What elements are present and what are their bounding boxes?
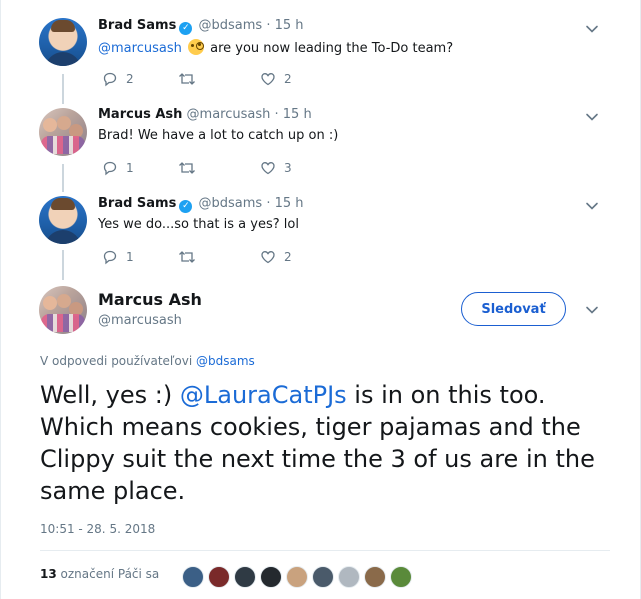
reply-count: 1 bbox=[126, 250, 134, 264]
avatar[interactable] bbox=[39, 196, 87, 244]
avatar[interactable] bbox=[39, 108, 87, 156]
chevron-down-icon[interactable] bbox=[585, 110, 599, 124]
reply-icon bbox=[103, 161, 117, 176]
tweet-text: Yes we do...so that is a yes? lol bbox=[98, 217, 299, 232]
author-name[interactable]: Brad Sams bbox=[98, 196, 176, 211]
like-count: 2 bbox=[284, 72, 292, 86]
like-count: 2 bbox=[284, 250, 292, 264]
like-button[interactable]: 2 bbox=[260, 70, 292, 88]
reply-context: V odpovedi používateľovi @bdsams bbox=[40, 354, 255, 368]
heart-icon bbox=[261, 162, 275, 175]
reply-button[interactable]: 2 bbox=[102, 70, 134, 88]
mention-link[interactable]: @LauraCatPJs bbox=[180, 381, 347, 409]
thread-connector bbox=[62, 164, 64, 192]
reply-button[interactable]: 1 bbox=[102, 248, 134, 266]
chevron-down-icon[interactable] bbox=[585, 303, 599, 317]
tweet-timestamp[interactable]: 10:51 - 28. 5. 2018 bbox=[40, 522, 155, 536]
retweet-icon bbox=[179, 73, 195, 85]
retweet-button[interactable] bbox=[178, 159, 204, 177]
tweet-text: Well, yes :) @LauraCatPJs is in on this … bbox=[40, 381, 595, 505]
heart-icon bbox=[261, 251, 275, 264]
heart-icon bbox=[261, 73, 275, 86]
liker-avatar[interactable] bbox=[182, 566, 204, 588]
author-handle[interactable]: @marcusash bbox=[187, 107, 271, 122]
follow-button[interactable]: Sledovať bbox=[461, 292, 566, 326]
liker-avatar[interactable] bbox=[234, 566, 256, 588]
author-name[interactable]: Marcus Ash bbox=[98, 107, 182, 122]
liker-avatar[interactable] bbox=[390, 566, 412, 588]
author-name[interactable]: Brad Sams bbox=[98, 18, 176, 33]
tweet-time[interactable]: · 15 h bbox=[266, 18, 303, 33]
reply-count: 2 bbox=[126, 72, 134, 86]
author-name[interactable]: Marcus Ash bbox=[98, 290, 202, 309]
like-total: 13 bbox=[40, 567, 57, 581]
monocle-emoji-icon bbox=[187, 39, 204, 55]
like-label: označení Páči sa bbox=[60, 567, 160, 581]
tweet-actions: 1 3 bbox=[98, 159, 328, 177]
tweet-actions: 1 2 bbox=[98, 248, 328, 266]
verified-icon: ✓ bbox=[179, 22, 193, 35]
author-handle[interactable]: @bdsams bbox=[198, 18, 262, 33]
chevron-down-icon[interactable] bbox=[585, 22, 599, 36]
mention-link[interactable]: @marcusash bbox=[98, 41, 182, 56]
liker-avatar[interactable] bbox=[338, 566, 360, 588]
like-button[interactable]: 3 bbox=[260, 159, 292, 177]
reply-icon bbox=[103, 72, 117, 87]
thread-connector bbox=[62, 74, 64, 104]
tweet-header: Brad Sams ✓ @bdsams · 15 h bbox=[98, 18, 304, 35]
tweet-actions: 2 2 bbox=[98, 70, 328, 88]
tweet-header: Marcus Ash @marcusash · 15 h bbox=[98, 107, 312, 122]
liker-avatar[interactable] bbox=[364, 566, 386, 588]
thread-connector bbox=[62, 250, 64, 280]
divider bbox=[40, 550, 610, 551]
liker-avatar[interactable] bbox=[208, 566, 230, 588]
liker-avatar[interactable] bbox=[286, 566, 308, 588]
reply-count: 1 bbox=[126, 161, 134, 175]
liker-avatar[interactable] bbox=[312, 566, 334, 588]
liker-avatar[interactable] bbox=[260, 566, 282, 588]
chevron-down-icon[interactable] bbox=[585, 199, 599, 213]
retweet-button[interactable] bbox=[178, 70, 204, 88]
tweet-header: Brad Sams ✓ @bdsams · 15 h bbox=[98, 196, 304, 213]
retweet-icon bbox=[179, 162, 195, 174]
liker-avatars bbox=[182, 566, 416, 588]
like-button[interactable]: 2 bbox=[260, 248, 292, 266]
tweet-time[interactable]: · 15 h bbox=[275, 107, 312, 122]
avatar[interactable] bbox=[39, 18, 87, 66]
author-handle[interactable]: @bdsams bbox=[198, 196, 262, 211]
mention-link[interactable]: @bdsams bbox=[196, 354, 255, 368]
tweet-text: Brad! We have a lot to catch up on :) bbox=[98, 128, 339, 143]
verified-icon: ✓ bbox=[179, 200, 193, 213]
tweet-time[interactable]: · 15 h bbox=[266, 196, 303, 211]
like-count: 3 bbox=[284, 161, 292, 175]
reply-button[interactable]: 1 bbox=[102, 159, 134, 177]
author-handle[interactable]: @marcusash bbox=[98, 313, 182, 328]
retweet-icon bbox=[179, 251, 195, 263]
tweet-text: @marcusash are you now leading the To-Do… bbox=[98, 39, 454, 56]
reply-icon bbox=[103, 250, 117, 265]
likes-summary[interactable]: 13 označení Páči sa bbox=[40, 567, 159, 581]
avatar[interactable] bbox=[39, 286, 87, 334]
retweet-button[interactable] bbox=[178, 248, 204, 266]
